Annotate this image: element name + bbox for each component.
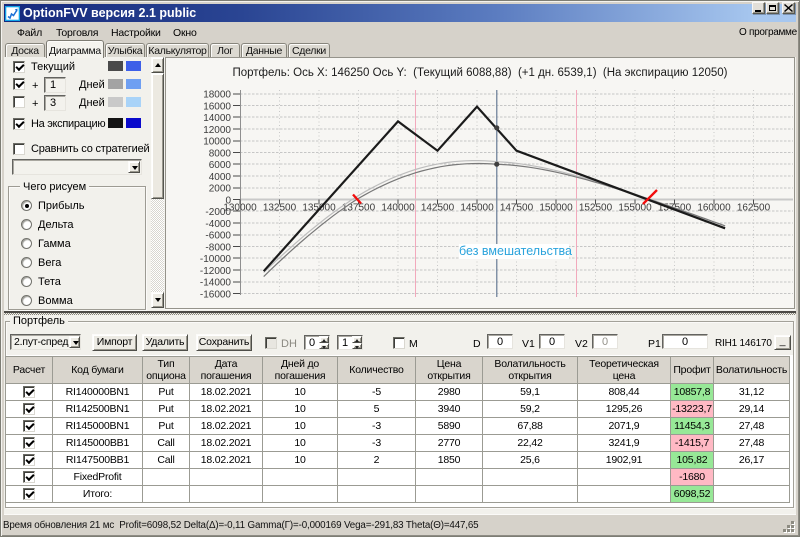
svg-text:155000: 155000: [618, 203, 652, 214]
svg-text:160000: 160000: [697, 203, 731, 214]
svg-text:-14000: -14000: [200, 278, 232, 289]
svg-text:150000: 150000: [539, 203, 573, 214]
svg-text:132500: 132500: [263, 203, 297, 214]
svg-text:4000: 4000: [209, 172, 232, 183]
svg-text:140000: 140000: [381, 203, 415, 214]
svg-text:162500: 162500: [737, 203, 771, 214]
svg-text:8000: 8000: [209, 148, 232, 159]
svg-text:-12000: -12000: [200, 266, 232, 277]
svg-text:130000: 130000: [223, 203, 257, 214]
svg-text:12000: 12000: [203, 125, 231, 136]
svg-text:2000: 2000: [209, 184, 232, 195]
svg-text:142500: 142500: [421, 203, 455, 214]
svg-text:-10000: -10000: [200, 254, 232, 265]
svg-text:-6000: -6000: [205, 231, 231, 242]
svg-text:152500: 152500: [579, 203, 613, 214]
svg-text:147500: 147500: [500, 203, 534, 214]
svg-text:-16000: -16000: [200, 289, 232, 300]
svg-text:-4000: -4000: [205, 219, 231, 230]
svg-text:145000: 145000: [460, 203, 494, 214]
svg-text:6000: 6000: [209, 160, 232, 171]
svg-text:16000: 16000: [203, 101, 231, 112]
svg-text:10000: 10000: [203, 137, 231, 148]
svg-text:18000: 18000: [203, 90, 231, 101]
svg-text:14000: 14000: [203, 113, 231, 124]
svg-text:-8000: -8000: [205, 242, 231, 253]
svg-text:137500: 137500: [342, 203, 376, 214]
